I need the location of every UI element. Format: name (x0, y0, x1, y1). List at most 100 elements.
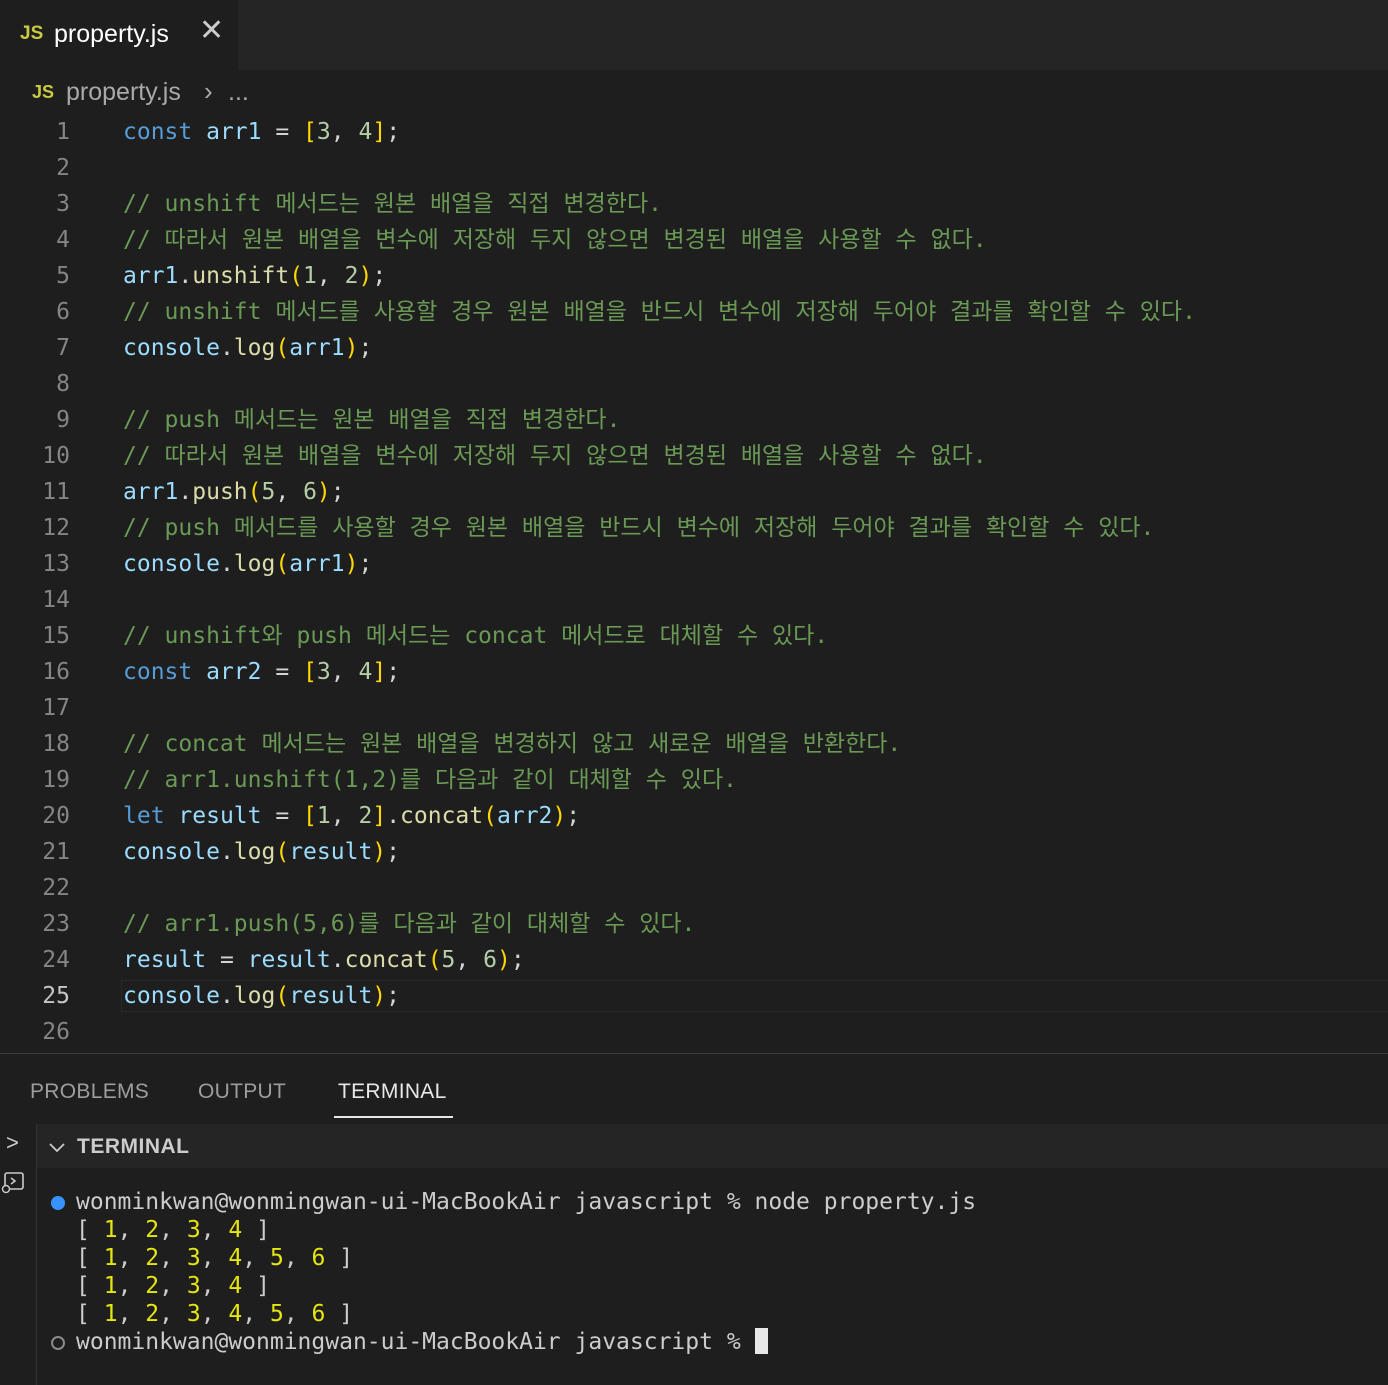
code-line[interactable]: 3 // unshift 메서드는 원본 배열을 직접 변경한다. (0, 186, 1388, 222)
code-line[interactable]: 6 // unshift 메서드를 사용할 경우 원본 배열을 반드시 변수에 저… (0, 294, 1388, 330)
code-line[interactable]: 20 let result = [1, 2].concat(arr2); (0, 798, 1388, 834)
code-line[interactable]: 24 result = result.concat(5, 6); (0, 942, 1388, 978)
javascript-file-icon: JS (32, 82, 55, 102)
code-line[interactable]: 7 console.log(arr1); (0, 330, 1388, 366)
line-number: 3 (56, 191, 70, 217)
command-success-dot-icon (51, 1196, 65, 1210)
code-line[interactable]: 1 const arr1 = [3, 4]; (0, 114, 1388, 150)
tab-property-js[interactable]: JS property.js ✕ (0, 0, 239, 70)
terminal-icon[interactable] (1, 1170, 25, 1194)
terminal-command-line: wonminkwan@wonmingwan-ui-MacBookAir java… (76, 1189, 977, 1215)
line-number: 10 (42, 443, 70, 469)
tab-filename: property.js (54, 20, 169, 48)
line-number: 13 (42, 551, 70, 577)
code-text: const arr2 = [3, 4]; (123, 659, 401, 685)
terminal-prompt-line[interactable]: wonminkwan@wonmingwan-ui-MacBookAir java… (76, 1328, 768, 1356)
code-text: arr1.unshift(1, 2); (123, 263, 387, 289)
chevron-right-icon[interactable]: > (6, 1130, 19, 1156)
tab-output[interactable]: OUTPUT (198, 1080, 286, 1104)
code-line[interactable]: 8 (0, 366, 1388, 402)
line-number: 25 (42, 983, 70, 1009)
line-number: 24 (42, 947, 70, 973)
code-line[interactable]: 25 console.log(result); (0, 978, 1388, 1014)
line-number: 7 (56, 335, 70, 361)
terminal-output-line: [ 1, 2, 3, 4 ] (76, 1217, 270, 1243)
code-text: // unshift 메서드를 사용할 경우 원본 배열을 반드시 변수에 저장… (123, 299, 1196, 325)
line-number: 5 (56, 263, 70, 289)
line-number: 4 (56, 227, 70, 253)
code-line[interactable]: 12 // push 메서드를 사용할 경우 원본 배열을 반드시 변수에 저장해… (0, 510, 1388, 546)
code-text: // arr1.unshift(1,2)를 다음과 같이 대체할 수 있다. (123, 767, 737, 793)
code-editor[interactable]: 1 const arr1 = [3, 4]; 2 3// unshift 메서드는 원… (0, 114, 1388, 1052)
breadcrumb: JS property.js › ... (0, 70, 1388, 114)
line-number: 8 (56, 371, 70, 397)
terminal-output[interactable]: wonminkwan@wonmingwan-ui-MacBookAir java… (37, 1168, 1388, 1385)
line-number: 12 (42, 515, 70, 541)
prompt-idle-dot-icon (51, 1336, 65, 1350)
code-text: // concat 메서드는 원본 배열을 변경하지 않고 새로운 배열을 반환… (123, 731, 902, 757)
code-line[interactable]: 17 (0, 690, 1388, 726)
code-line[interactable]: 11 arr1.push(5, 6); (0, 474, 1388, 510)
close-icon[interactable]: ✕ (199, 16, 224, 46)
line-number: 14 (42, 587, 70, 613)
code-line[interactable]: 19 // arr1.unshift(1,2)를 다음과 같이 대체할 수 있다. (0, 762, 1388, 798)
code-line[interactable]: 23 // arr1.push(5,6)를 다음과 같이 대체할 수 있다. (0, 906, 1388, 942)
code-text: console.log(arr1); (123, 551, 373, 577)
code-text: // 따라서 원본 배열을 변수에 저장해 두지 않으면 변경된 배열을 사용할… (123, 443, 987, 469)
code-text: const arr1 = [3, 4]; (123, 119, 401, 145)
code-text: console.log(arr1); (123, 335, 373, 361)
chevron-right-icon: › (204, 76, 213, 106)
code-text: // 따라서 원본 배열을 변수에 저장해 두지 않으면 변경된 배열을 사용할… (123, 227, 987, 253)
code-text: // push 메서드는 원본 배열을 직접 변경한다. (123, 407, 621, 433)
code-line[interactable]: 5 arr1.unshift(1, 2); (0, 258, 1388, 294)
chevron-down-icon[interactable] (47, 1138, 67, 1158)
terminal-cursor (754, 1328, 768, 1354)
code-text: // unshift 메서드는 원본 배열을 직접 변경한다. (123, 191, 662, 217)
tab-problems[interactable]: PROBLEMS (30, 1080, 149, 1104)
line-number: 26 (42, 1019, 70, 1045)
terminal-output-line: [ 1, 2, 3, 4, 5, 6 ] (76, 1245, 354, 1271)
code-text: // push 메서드를 사용할 경우 원본 배열을 반드시 변수에 저장해 두… (123, 515, 1155, 541)
code-line[interactable]: 10 // 따라서 원본 배열을 변수에 저장해 두지 않으면 변경된 배열을 사… (0, 438, 1388, 474)
code-text: let result = [1, 2].concat(arr2); (123, 803, 581, 829)
terminal-output-line: [ 1, 2, 3, 4 ] (76, 1273, 270, 1299)
line-number: 2 (56, 155, 70, 181)
code-line[interactable]: 13 console.log(arr1); (0, 546, 1388, 582)
line-number: 9 (56, 407, 70, 433)
line-number: 11 (42, 479, 70, 505)
code-line[interactable]: 2 (0, 150, 1388, 186)
line-number: 19 (42, 767, 70, 793)
line-number: 15 (42, 623, 70, 649)
line-number: 18 (42, 731, 70, 757)
line-number: 23 (42, 911, 70, 937)
line-number: 17 (42, 695, 70, 721)
terminal-section-title: TERMINAL (77, 1135, 190, 1158)
code-line[interactable]: 9 // push 메서드는 원본 배열을 직접 변경한다. (0, 402, 1388, 438)
bottom-panel: PROBLEMS OUTPUT TERMINAL > TERMINAL wonm… (0, 1053, 1388, 1385)
line-number: 16 (42, 659, 70, 685)
editor-tab-bar: JS property.js ✕ (0, 0, 1388, 70)
code-text: arr1.push(5, 6); (123, 479, 345, 505)
code-line[interactable]: 26 (0, 1014, 1388, 1050)
line-number: 1 (56, 119, 70, 145)
code-text: result = result.concat(5, 6); (123, 947, 525, 973)
code-line[interactable]: 21 console.log(result); (0, 834, 1388, 870)
breadcrumb-file[interactable]: property.js (66, 78, 181, 107)
breadcrumb-more[interactable]: ... (228, 78, 249, 107)
active-tab-indicator (334, 1116, 453, 1118)
code-line[interactable]: 15 // unshift와 push 메서드는 concat 메서드로 대체할 … (0, 618, 1388, 654)
code-line[interactable]: 16 const arr2 = [3, 4]; (0, 654, 1388, 690)
tab-terminal[interactable]: TERMINAL (338, 1080, 447, 1104)
code-text: // unshift와 push 메서드는 concat 메서드로 대체할 수 … (123, 623, 829, 649)
code-text: console.log(result); (123, 839, 401, 865)
line-number: 20 (42, 803, 70, 829)
code-line[interactable]: 14 (0, 582, 1388, 618)
code-line[interactable]: 4 // 따라서 원본 배열을 변수에 저장해 두지 않으면 변경된 배열을 사용… (0, 222, 1388, 258)
code-text: console.log(result); (123, 983, 401, 1009)
panel-side-strip: > (0, 1124, 37, 1385)
line-number: 22 (42, 875, 70, 901)
line-number: 6 (56, 299, 70, 325)
terminal-section-header[interactable]: TERMINAL (37, 1124, 1388, 1168)
code-line[interactable]: 22 (0, 870, 1388, 906)
code-line[interactable]: 18 // concat 메서드는 원본 배열을 변경하지 않고 새로운 배열을 … (0, 726, 1388, 762)
